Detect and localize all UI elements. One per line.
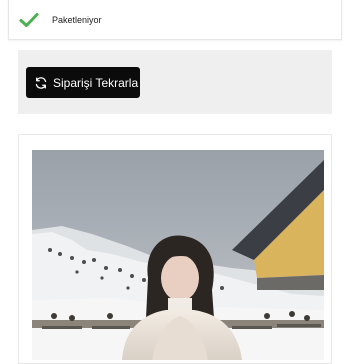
- product-photo[interactable]: [32, 150, 324, 360]
- checkmark-icon: [19, 13, 39, 27]
- product-card: [18, 134, 332, 364]
- reorder-button-label: Siparişi Tekrarla: [53, 75, 139, 90]
- status-label: Paketleniyor: [52, 15, 102, 25]
- order-status-card: Paketleniyor: [8, 0, 342, 40]
- refresh-icon: [35, 76, 47, 89]
- reorder-button[interactable]: Siparişi Tekrarla: [26, 67, 140, 98]
- order-actions-panel: Siparişi Tekrarla: [18, 50, 332, 114]
